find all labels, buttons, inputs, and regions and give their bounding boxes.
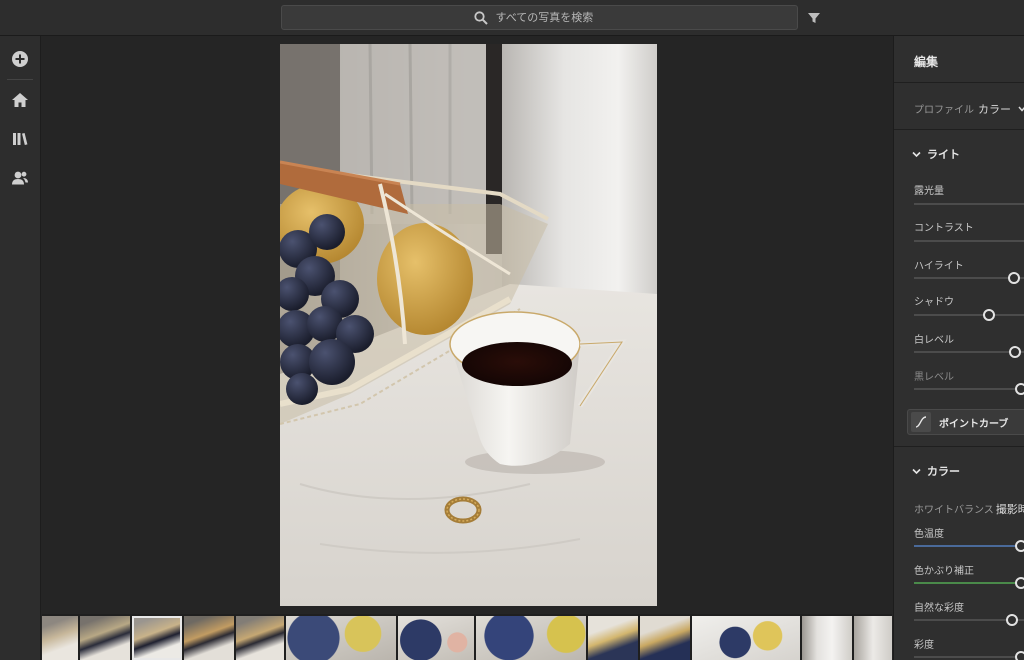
photo-canvas [42,36,892,614]
whites-slider[interactable] [914,346,1024,358]
app-window: 編集 プロファイルカラー ライト 露光量 コントラスト ハイライト シャドウ 白… [0,0,1024,660]
filter-icon[interactable] [806,10,822,26]
main-photo[interactable] [280,44,657,606]
filmstrip-thumb[interactable] [42,616,78,660]
highlights-knob[interactable] [1008,272,1020,284]
saturation-slider[interactable] [914,651,1024,660]
divider [894,446,1024,447]
tint-knob[interactable] [1015,577,1024,589]
search-icon [473,10,488,25]
home-button[interactable] [10,90,30,110]
filmstrip-thumb[interactable] [80,616,130,660]
search-box[interactable] [281,5,798,30]
white-balance-label: ホワイトバランス [914,505,994,516]
library-icon [13,133,28,145]
point-curve-label: ポイントカーブ [939,418,1009,430]
highlights-label: ハイライト [914,261,964,272]
profile-row[interactable]: プロファイル カラー [914,101,1024,117]
shadows-knob[interactable] [983,309,995,321]
vibrance-label: 自然な彩度 [914,603,964,614]
divider [894,129,1024,130]
saturation-knob[interactable] [1015,651,1024,660]
highlights-slider[interactable] [914,272,1024,284]
filmstrip-thumb[interactable] [854,616,892,660]
tint-label: 色かぶり補正 [914,566,974,577]
filmstrip-thumb[interactable] [236,616,284,660]
divider [894,82,1024,83]
temperature-slider[interactable] [914,540,1024,552]
white-balance-value[interactable]: 撮影時 [996,503,1024,516]
chevron-down-icon [1018,106,1024,112]
rail-divider [7,79,33,80]
whites-knob[interactable] [1009,346,1021,358]
exposure-label: 露光量 [914,186,944,197]
filmstrip-thumb[interactable] [184,616,234,660]
chevron-down-icon [912,151,921,157]
home-icon [12,93,28,107]
photo-image [280,44,657,606]
tint-slider[interactable] [914,577,1024,589]
edit-panel: 編集 プロファイル カラー ライト 露光量 コントラスト ハイライト シャドウ 白… [893,36,1024,660]
filmstrip-thumb[interactable] [640,616,690,660]
blacks-knob[interactable] [1015,383,1024,395]
people-icon [12,171,28,185]
shadows-label: シャドウ [914,297,954,308]
shadows-slider[interactable] [914,309,1024,321]
filmstrip-thumb[interactable] [588,616,638,660]
filmstrip-thumb[interactable] [692,616,800,660]
library-button[interactable] [10,129,30,149]
profile-value[interactable]: カラー [978,103,1011,116]
filmstrip-thumb[interactable] [802,616,852,660]
saturation-label: 彩度 [914,640,934,651]
filmstrip-thumb-selected[interactable] [132,616,182,660]
top-bar [0,0,1024,36]
chevron-down-icon [912,468,921,474]
curve-icon [915,416,927,428]
filmstrip [42,614,892,660]
add-photos-button[interactable] [10,49,30,69]
people-button[interactable] [10,168,30,188]
color-section-header[interactable]: カラー [912,463,960,479]
vibrance-slider[interactable] [914,614,1024,626]
search-input[interactable] [495,11,606,24]
filmstrip-thumb[interactable] [286,616,396,660]
light-section-title: ライト [927,148,960,161]
whites-label: 白レベル [914,335,954,346]
left-rail [0,36,41,660]
contrast-slider[interactable] [914,240,1024,242]
curve-icon-box [911,412,931,432]
filmstrip-thumb[interactable] [476,616,586,660]
light-section-header[interactable]: ライト [912,146,960,162]
filmstrip-thumb[interactable] [398,616,474,660]
temperature-knob[interactable] [1015,540,1024,552]
vibrance-knob[interactable] [1006,614,1018,626]
blacks-slider[interactable] [914,383,1024,395]
add-icon [12,51,28,67]
point-curve-button[interactable]: ポイントカーブ [907,409,1024,435]
profile-label: プロファイル [914,105,974,116]
panel-title: 編集 [914,55,939,69]
color-section-title: カラー [927,465,960,478]
contrast-label: コントラスト [914,223,974,234]
temperature-label: 色温度 [914,529,944,540]
blacks-label: 黒レベル [914,372,954,383]
exposure-slider[interactable] [914,203,1024,205]
white-balance-row[interactable]: ホワイトバランス撮影時 [914,501,1024,517]
